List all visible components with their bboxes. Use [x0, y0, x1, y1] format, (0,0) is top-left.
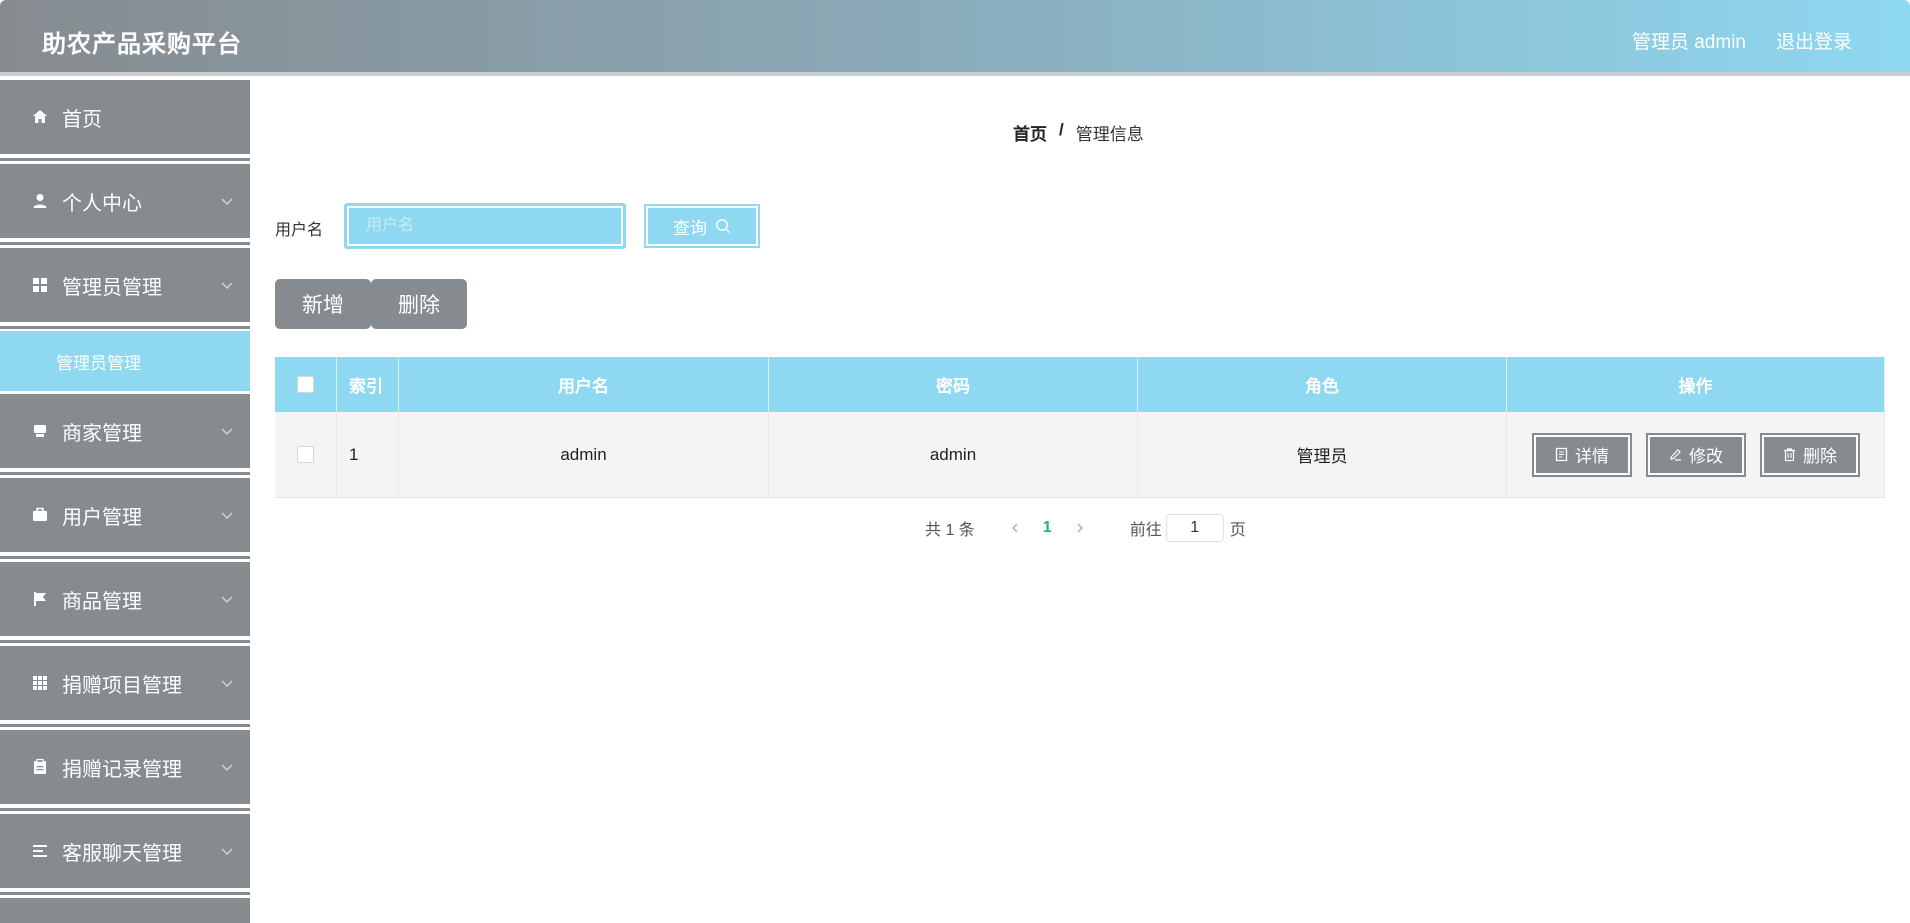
chevron-down-icon: [221, 596, 233, 604]
column-header-password: 密码: [769, 357, 1138, 412]
sidebar-item-label: 首页: [62, 108, 102, 131]
breadcrumb: 首页 / 管理信息: [1013, 120, 1144, 145]
flag-icon: [30, 589, 50, 609]
sidebar-item-products[interactable]: 商品管理: [0, 562, 250, 643]
briefcase-icon: [30, 505, 50, 525]
search-button-label: 查询: [673, 218, 707, 238]
sidebar-item-label: 捐赠项目管理: [62, 674, 182, 697]
clipboard-icon: [30, 757, 50, 777]
row-password: admin: [769, 412, 1138, 497]
row-role: 管理员: [1138, 412, 1507, 497]
sidebar-item-users[interactable]: 用户管理: [0, 478, 250, 559]
sidebar-item-label: 商品管理: [62, 590, 142, 613]
sidebar-item-label: 捐赠记录管理: [62, 758, 182, 781]
sidebar-item-more[interactable]: [0, 898, 250, 923]
column-header-index: 索引: [337, 357, 399, 412]
search-button[interactable]: 查询: [644, 204, 760, 248]
trash-icon: [1784, 448, 1795, 462]
chevron-down-icon: [221, 848, 233, 856]
batch-delete-button[interactable]: 删除: [371, 279, 467, 329]
next-page-icon[interactable]: [1072, 520, 1088, 536]
sidebar-item-donation-projects[interactable]: 捐赠项目管理: [0, 646, 250, 727]
chevron-down-icon: [221, 512, 233, 520]
edit-icon: [1670, 449, 1681, 461]
row-delete-button-label: 删除: [1803, 447, 1837, 466]
sidebar-item-admin-management[interactable]: 管理员管理: [0, 248, 250, 329]
sidebar-subitem-admin-management[interactable]: 管理员管理: [0, 331, 250, 391]
sidebar-item-customer-chat[interactable]: 客服聊天管理: [0, 814, 250, 895]
logout-link[interactable]: 退出登录: [1776, 27, 1852, 54]
admin-table: 索引 用户名 密码 角色 操作 1 admin admin 管理员 详情 修改: [275, 357, 1885, 498]
app-title: 助农产品采购平台: [42, 31, 242, 58]
grid-icon: [30, 275, 50, 295]
breadcrumb-separator: /: [1059, 120, 1064, 139]
sidebar-item-home[interactable]: 首页: [0, 80, 250, 161]
row-checkbox[interactable]: [297, 446, 314, 463]
shop-icon: [30, 421, 50, 441]
username-search-input[interactable]: [345, 204, 625, 248]
breadcrumb-home[interactable]: 首页: [1013, 120, 1047, 145]
sidebar-item-merchant[interactable]: 商家管理: [0, 394, 250, 475]
top-header: 助农产品采购平台 管理员 admin 退出登录: [0, 0, 1910, 76]
search-icon: [716, 219, 730, 233]
edit-button-label: 修改: [1689, 447, 1723, 466]
chevron-down-icon: [221, 198, 233, 206]
prev-page-icon[interactable]: [1007, 520, 1023, 536]
column-header-role: 角色: [1138, 357, 1507, 412]
detail-button[interactable]: 详情: [1531, 432, 1632, 477]
sidebar-item-label: 用户管理: [62, 506, 142, 529]
detail-button-label: 详情: [1575, 447, 1609, 466]
row-index: 1: [337, 412, 399, 497]
document-icon: [1555, 447, 1568, 462]
chevron-down-icon: [221, 764, 233, 772]
pagination: 共 1 条 1 前往 页: [925, 514, 1246, 542]
header-select-all[interactable]: [275, 357, 337, 412]
sidebar-item-label: 商家管理: [62, 422, 142, 445]
goto-label: 前往: [1129, 522, 1162, 539]
search-label: 用户名: [275, 222, 324, 239]
page-unit-label: 页: [1229, 522, 1246, 539]
current-user-label: 管理员 admin: [1631, 32, 1746, 53]
user-icon: [30, 191, 50, 211]
column-header-username: 用户名: [399, 357, 769, 412]
pagination-total: 共 1 条: [925, 522, 975, 539]
chevron-down-icon: [221, 428, 233, 436]
sidebar-item-donation-records[interactable]: 捐赠记录管理: [0, 730, 250, 811]
table-header: 索引 用户名 密码 角色 操作: [275, 357, 1885, 412]
sidebar-item-label: 个人中心: [62, 192, 142, 215]
home-icon: [30, 107, 50, 127]
select-all-checkbox[interactable]: [297, 376, 314, 393]
header-right: 管理员 admin 退出登录: [1632, 27, 1852, 54]
table-row: 1 admin admin 管理员 详情 修改 删除: [275, 412, 1885, 498]
sidebar-item-label: 管理员管理: [62, 276, 162, 299]
edit-button[interactable]: 修改: [1645, 432, 1746, 477]
list-icon: [30, 841, 50, 861]
column-header-actions: 操作: [1507, 357, 1885, 412]
goto-page-input[interactable]: [1165, 514, 1224, 542]
page-number-current[interactable]: 1: [1043, 519, 1052, 537]
row-username: admin: [399, 412, 769, 497]
sidebar-item-profile[interactable]: 个人中心: [0, 164, 250, 245]
add-button[interactable]: 新增: [275, 279, 371, 329]
sidebar-item-label: 客服聊天管理: [62, 842, 182, 865]
chevron-down-icon: [221, 282, 233, 290]
sidebar: 首页 个人中心 管理员管理 管理员管理 商家管理 用户管理 商品管理 捐赠项目管…: [0, 80, 250, 923]
main-content: 首页 / 管理信息 用户名 查询 新增 删除 索引 用户名 密码 角色 操作 1…: [250, 80, 1910, 923]
row-actions: 详情 修改 删除: [1507, 412, 1885, 497]
row-select-cell[interactable]: [275, 412, 337, 497]
apps-icon: [30, 673, 50, 693]
breadcrumb-current: 管理信息: [1075, 125, 1144, 144]
chevron-down-icon: [221, 680, 233, 688]
row-delete-button[interactable]: 删除: [1759, 432, 1860, 477]
